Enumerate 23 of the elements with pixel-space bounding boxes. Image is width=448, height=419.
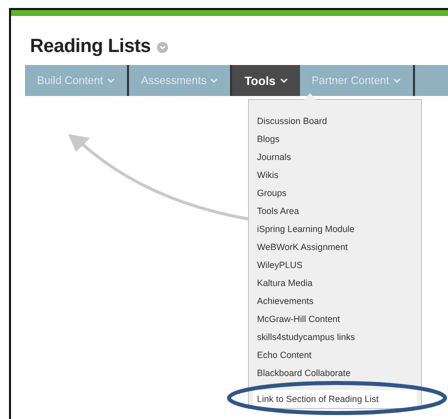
dropdown-item[interactable]: Journals [249, 148, 421, 166]
caret-icon [107, 78, 116, 84]
dropdown-item[interactable]: Link to Section of Reading List [253, 390, 417, 408]
caret-icon [210, 78, 218, 84]
dropdown-item[interactable]: iSpring Learning Module [249, 220, 421, 238]
dropdown-item[interactable]: Echo Content [249, 346, 421, 364]
dropdown-item[interactable]: Blackboard Collaborate [249, 364, 421, 382]
dropdown-item[interactable]: Tools Area [249, 202, 421, 220]
menu-tab[interactable]: Tools [232, 65, 300, 96]
dropdown-item[interactable]: McGraw-Hill Content [249, 310, 421, 328]
dropdown-item[interactable]: Groups [249, 184, 421, 202]
dropdown-item[interactable]: Achievements [249, 292, 421, 310]
dropdown-item[interactable]: Wikis [249, 166, 421, 184]
dropdown-item[interactable]: Kaltura Media [249, 274, 421, 292]
options-icon[interactable] [156, 42, 168, 52]
dropdown-item[interactable]: Discussion Board [249, 112, 421, 130]
caret-icon [393, 78, 402, 84]
dropdown-item[interactable]: Blogs [249, 130, 421, 148]
caret-icon [280, 78, 288, 84]
dropdown-item[interactable]: skills4studycampus links [249, 328, 421, 346]
dropdown-item[interactable]: WeBWorK Assignment [249, 238, 421, 256]
dropdown-item[interactable]: WileyPLUS [249, 256, 421, 274]
page-title: Reading Lists [30, 36, 151, 58]
